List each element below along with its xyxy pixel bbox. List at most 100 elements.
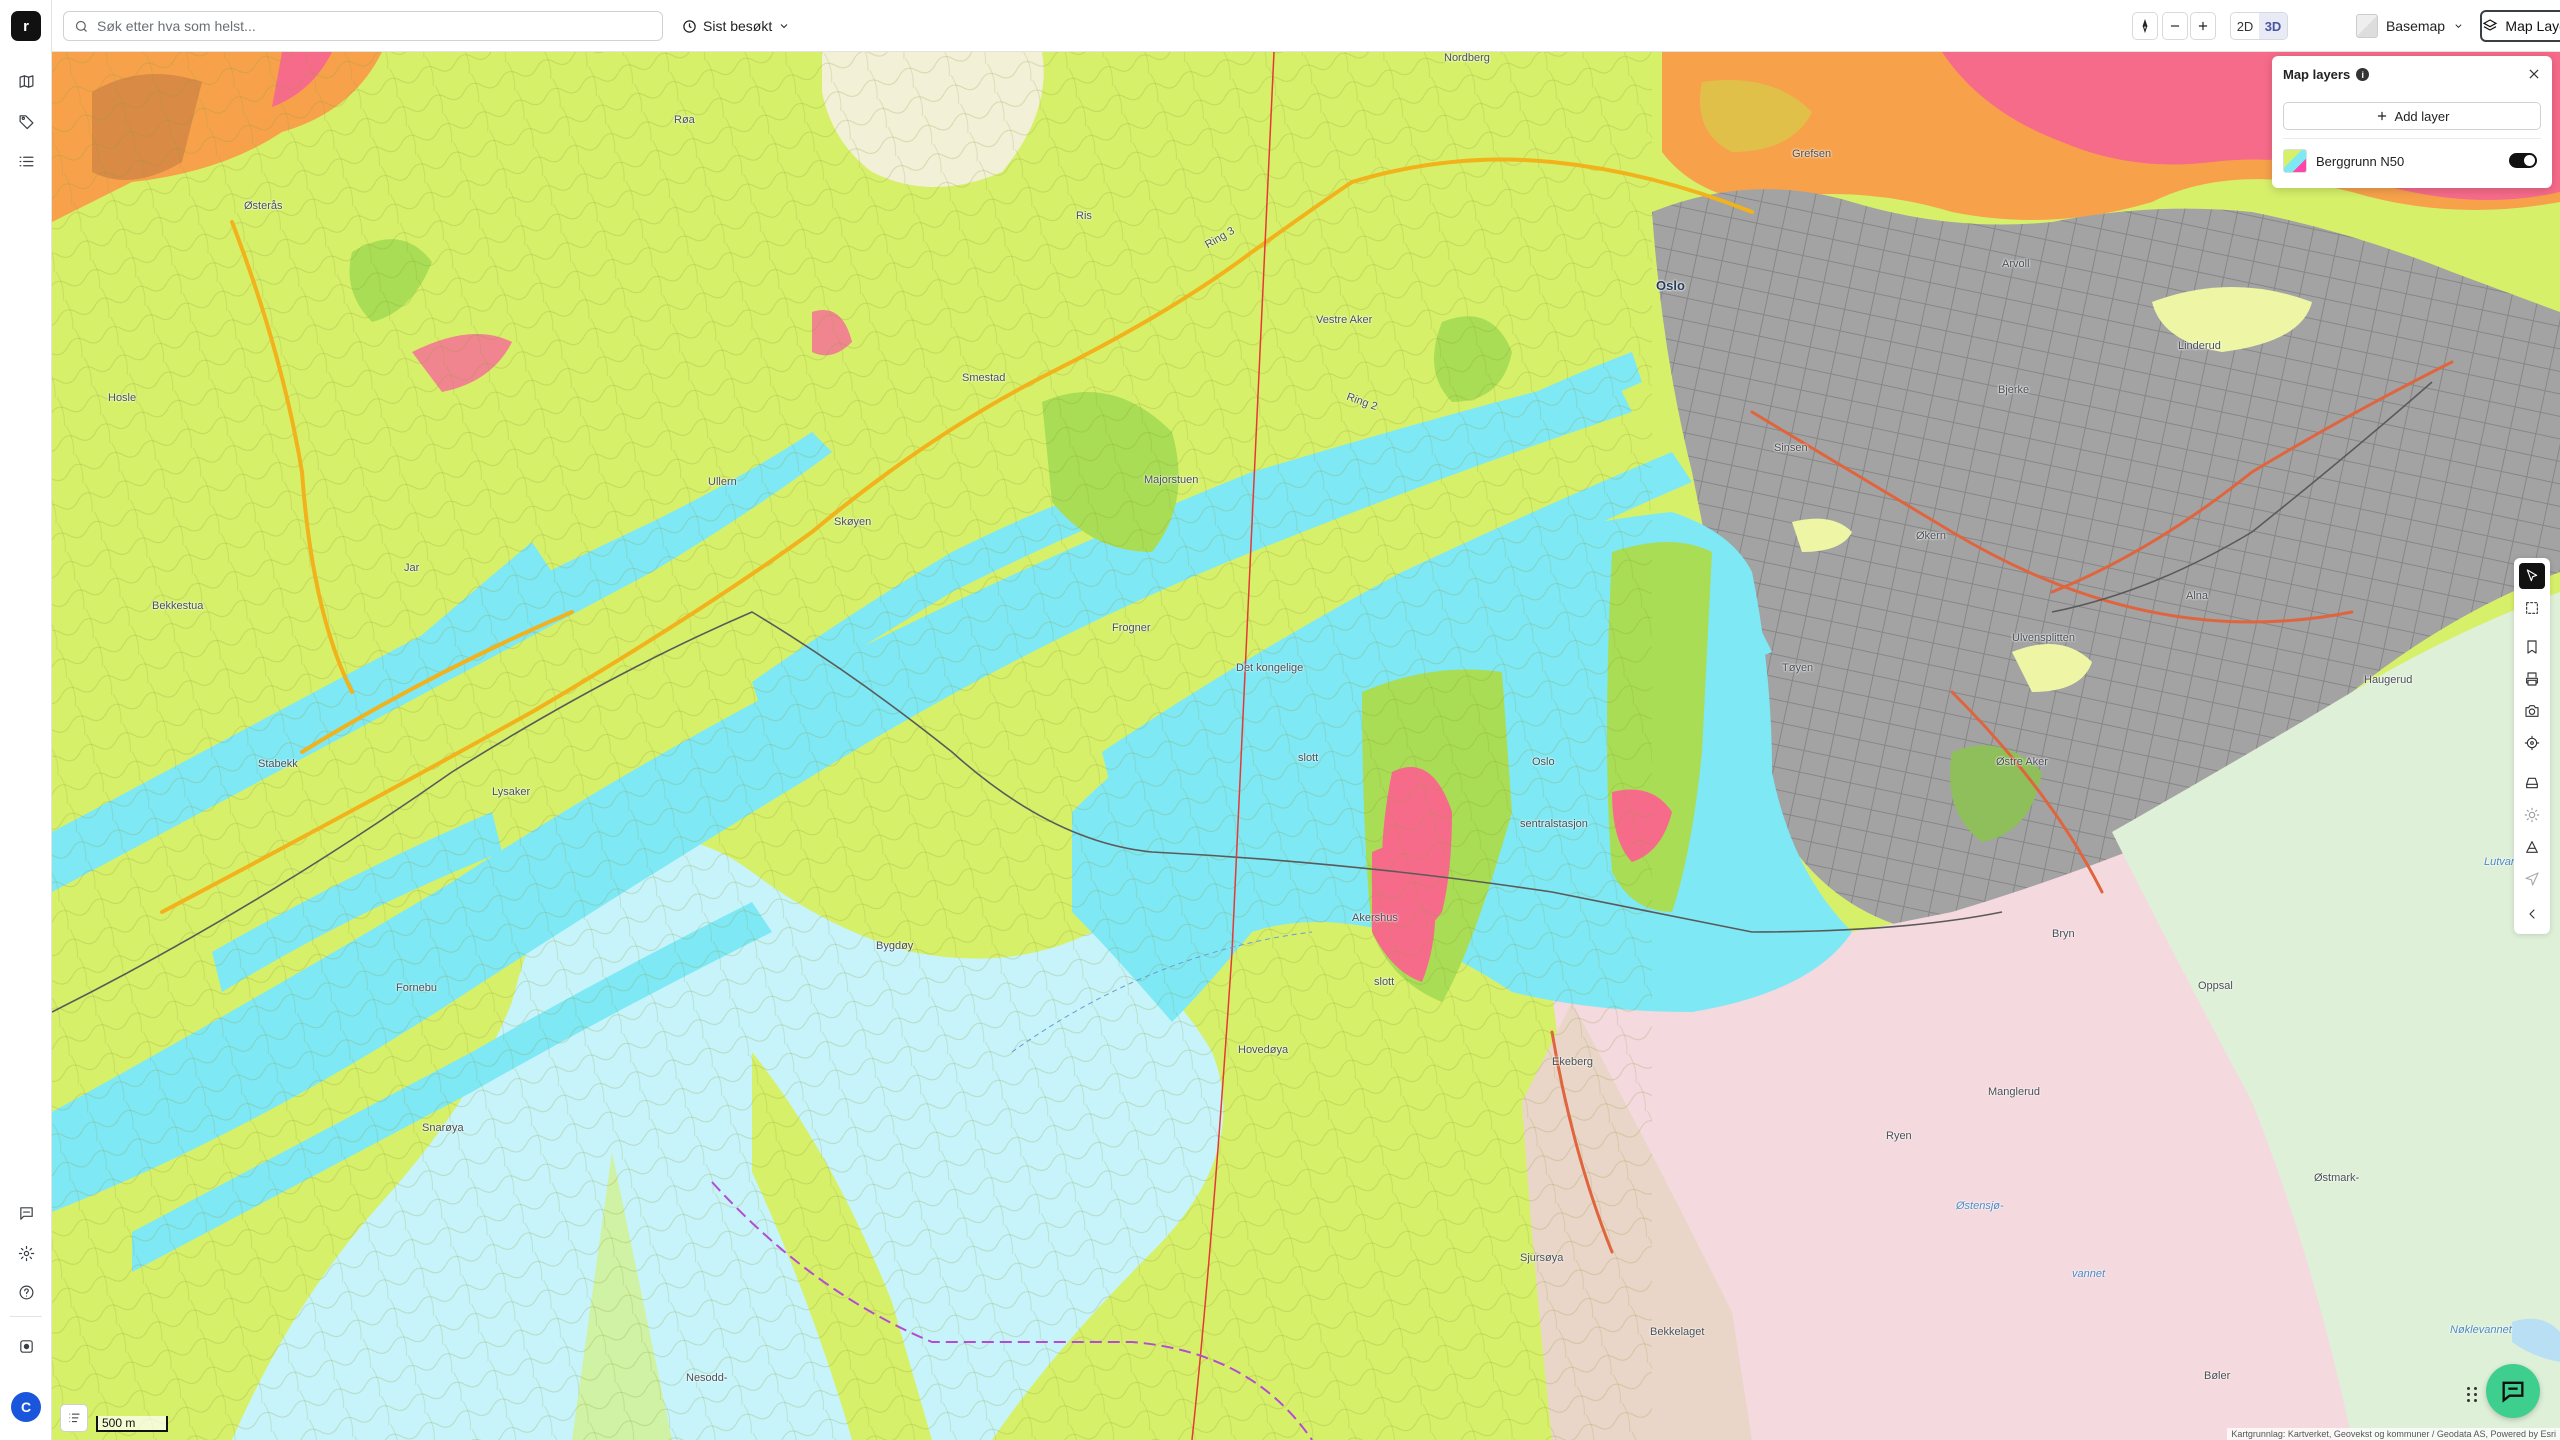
measure-button[interactable] <box>2519 834 2545 860</box>
drag-handle[interactable] <box>2466 1386 2480 1402</box>
layer-visibility-toggle[interactable] <box>2509 153 2537 168</box>
collapse-toolbar-button[interactable] <box>2519 901 2545 927</box>
plus-icon <box>2377 111 2386 121</box>
map-view-button[interactable] <box>13 68 39 94</box>
sun-icon <box>2524 807 2540 823</box>
dashed-square-icon <box>2526 602 2538 614</box>
geology-map[interactable] <box>52 52 2560 1440</box>
area-select-button[interactable] <box>2519 595 2545 621</box>
view-mode-toggle: 2D 3D <box>2230 12 2288 40</box>
settings-button[interactable] <box>13 1240 39 1266</box>
list-icon <box>19 156 33 166</box>
view-3d-button[interactable]: 3D <box>2259 13 2287 39</box>
map-canvas[interactable]: Nordberg Røa Grefsen Østerås Ris Ring 3 … <box>52 52 2560 1440</box>
chat-button[interactable] <box>2486 1364 2540 1418</box>
place-label: Nordberg <box>1444 52 1490 64</box>
drive-icon <box>2526 777 2538 789</box>
chevron-down-icon <box>2455 24 2462 29</box>
basemap-thumbnail <box>2356 14 2378 38</box>
map-icon <box>19 74 33 88</box>
place-label: slott <box>1298 752 1319 764</box>
place-label: Manglerud <box>1988 1086 2040 1098</box>
place-label: Nøklevannet <box>2450 1324 2512 1336</box>
place-label: Bekkestua <box>152 600 204 612</box>
place-label: Skøyen <box>834 516 872 528</box>
chevron-down-icon <box>780 24 788 29</box>
layer-thumbnail <box>2283 149 2307 173</box>
scale-bar: 500 m <box>96 1414 168 1432</box>
legend-button[interactable] <box>60 1404 88 1432</box>
place-label: Akershus <box>1352 912 1398 924</box>
add-layer-label: Add layer <box>2394 108 2450 124</box>
place-label: Det kongelige <box>1236 662 1304 674</box>
place-label: Arvoll <box>2002 258 2030 270</box>
place-label: Smestad <box>962 372 1006 384</box>
layers-icon <box>2483 19 2498 31</box>
basemap-dropdown[interactable]: Basemap <box>2350 10 2470 42</box>
scale-label: 500 m <box>96 1416 168 1432</box>
place-label: slott <box>1374 976 1395 988</box>
map-layers-title: Map layers i <box>2283 67 2370 82</box>
place-label: Bryn <box>2052 928 2075 940</box>
place-label: Stabekk <box>258 758 298 770</box>
rail-divider <box>10 1316 42 1317</box>
place-label: Oppsal <box>2198 980 2233 992</box>
navigation-icon <box>2525 872 2539 886</box>
list-button[interactable] <box>13 148 39 174</box>
map-tools-toolbar <box>2514 558 2550 934</box>
app: r C Sist besøkt <box>0 0 2560 1440</box>
user-avatar[interactable]: C <box>11 1392 41 1422</box>
zoom-in-button[interactable] <box>2190 12 2216 40</box>
close-button[interactable] <box>2524 64 2544 84</box>
place-label: Snarøya <box>422 1122 464 1134</box>
place-label: Ullern <box>708 476 737 488</box>
drive-button[interactable] <box>2519 770 2545 796</box>
place-label: Hovedøya <box>1238 1044 1289 1056</box>
tags-button[interactable] <box>13 108 39 134</box>
place-label: Østerås <box>244 200 283 212</box>
feedback-button[interactable] <box>13 1200 39 1226</box>
place-label: Linderud <box>2178 340 2221 352</box>
place-label: Tøyen <box>1782 662 1814 674</box>
select-tool-button[interactable] <box>2519 563 2545 589</box>
view-2d-button[interactable]: 2D <box>2231 13 2259 39</box>
help-button[interactable] <box>13 1279 39 1305</box>
target-icon <box>2524 735 2540 751</box>
place-label: Østre Aker <box>1996 756 2048 768</box>
layer-name: Berggrunn N50 <box>2316 153 2405 169</box>
add-layer-button[interactable]: Add layer <box>2283 102 2541 130</box>
screenshot-button[interactable] <box>2519 698 2545 724</box>
layer-row[interactable]: Berggrunn N50 <box>2283 148 2541 174</box>
place-label: Røa <box>674 114 695 126</box>
search-input[interactable] <box>97 18 637 34</box>
place-label: Bekkelaget <box>1650 1326 1705 1338</box>
clock-icon <box>683 19 696 33</box>
map-layers-panel: Map layers i Add layer Berggrunn N50 <box>2272 56 2552 188</box>
place-label: sentralstasjon <box>1520 818 1588 830</box>
avatar-initial: C <box>20 1399 32 1415</box>
compass-button[interactable] <box>2132 12 2158 40</box>
printer-icon <box>2526 672 2538 686</box>
navigate-button[interactable] <box>2519 866 2545 892</box>
zoom-out-button[interactable] <box>2162 12 2188 40</box>
search-box[interactable] <box>63 11 663 41</box>
recent-dropdown[interactable]: Sist besøkt <box>676 13 796 39</box>
place-label: Oslo <box>1656 278 1685 293</box>
place-label: Ulvensplitten <box>2012 632 2075 644</box>
place-label: Jar <box>404 562 420 574</box>
info-icon[interactable]: i <box>2356 68 2370 81</box>
minus-icon <box>2170 25 2180 27</box>
workspace-button[interactable] <box>13 1333 39 1359</box>
app-logo[interactable]: r <box>11 11 41 41</box>
print-button[interactable] <box>2519 666 2545 692</box>
bookmark-button[interactable] <box>2519 634 2545 660</box>
place-label: Grefsen <box>1792 148 1832 160</box>
place-label: Hosle <box>108 392 137 404</box>
lighting-button[interactable] <box>2519 802 2545 828</box>
place-label: Sjursøya <box>1520 1252 1564 1264</box>
map-attribution: Kartgrunnlag: Kartverket, Geovekst og ko… <box>2227 1428 2560 1440</box>
chevron-left-icon <box>2529 909 2535 919</box>
help-icon <box>19 1285 33 1299</box>
locate-button[interactable] <box>2519 730 2545 756</box>
map-layers-button[interactable]: Map Layers <box>2480 10 2560 42</box>
